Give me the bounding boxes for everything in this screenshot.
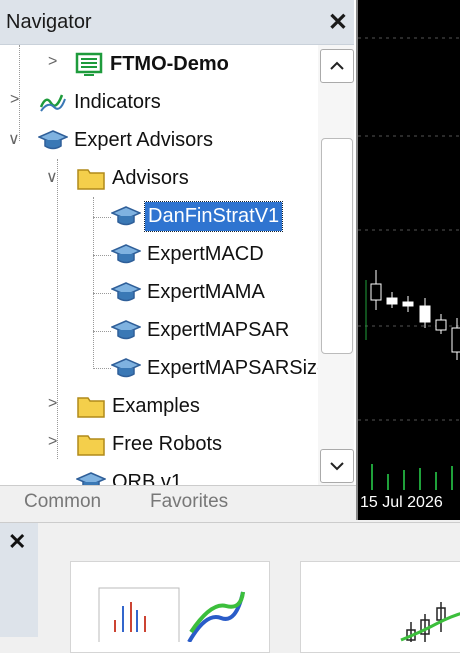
tab-favorites[interactable]: Favorites bbox=[150, 491, 228, 513]
tree-line bbox=[93, 255, 111, 256]
bottom-panel-sidebar: ✕ bbox=[0, 523, 38, 637]
tree-item-danfinstratv1[interactable]: DanFinStratV1 bbox=[111, 197, 284, 235]
tree-item-expertmapsarsizeoptimized[interactable]: ExpertMAPSARSizeOptimized bbox=[111, 349, 318, 387]
chevron-down-icon bbox=[330, 462, 344, 471]
tree-item-advisors[interactable]: Advisors bbox=[76, 159, 191, 197]
indicator-icon bbox=[39, 94, 66, 112]
expand-chevron-icon[interactable]: > bbox=[48, 53, 57, 71]
close-icon[interactable]: ✕ bbox=[8, 529, 26, 555]
tree-item-expertmama[interactable]: ExpertMAMA bbox=[111, 273, 267, 311]
chevron-up-icon bbox=[330, 61, 344, 70]
graduation-cap-icon bbox=[111, 320, 141, 340]
navigator-tabs: Common Favorites bbox=[0, 485, 356, 521]
graduation-cap-icon bbox=[111, 358, 141, 378]
folder-icon bbox=[77, 169, 105, 190]
scroll-up-button[interactable] bbox=[320, 49, 354, 83]
tree-item-label: Indicators bbox=[74, 90, 161, 113]
bottom-panel: ✕ bbox=[0, 522, 460, 653]
tab-common[interactable]: Common bbox=[24, 491, 101, 513]
tree-item-free-robots[interactable]: Free Robots bbox=[76, 425, 224, 463]
expert-preview-card[interactable] bbox=[300, 561, 460, 653]
navigator-title-bar: Navigator ✕ bbox=[0, 0, 354, 45]
indicator-preview-card[interactable] bbox=[70, 561, 270, 653]
expand-chevron-icon[interactable]: > bbox=[48, 395, 57, 413]
chart-thumbnail-icon bbox=[98, 587, 245, 649]
tree-item-label: Free Robots bbox=[112, 432, 223, 455]
tree-item-label: DanFinStratV1 bbox=[143, 200, 284, 232]
tree-item-expertmapsar[interactable]: ExpertMAPSAR bbox=[111, 311, 291, 349]
chart-canvas bbox=[358, 37, 460, 490]
tree-item-label: Expert Advisors bbox=[74, 128, 213, 151]
tree-item-label: ORB v1 bbox=[112, 470, 183, 486]
tree-item-label: Examples bbox=[112, 394, 200, 417]
expand-chevron-icon[interactable]: > bbox=[10, 91, 19, 109]
tree-line bbox=[93, 331, 111, 332]
collapse-chevron-icon[interactable]: ∨ bbox=[8, 129, 20, 149]
tree-item-orb-v1[interactable]: ORB v1 bbox=[76, 463, 184, 485]
tree-item-indicators[interactable]: Indicators bbox=[38, 83, 163, 121]
tree-item-ftmo-demo[interactable]: FTMO-Demo bbox=[74, 45, 231, 83]
tree-item-label: FTMO-Demo bbox=[110, 52, 229, 75]
tree-item-examples[interactable]: Examples bbox=[76, 387, 202, 425]
tree-item-label: ExpertMACD bbox=[147, 242, 264, 265]
tree-line bbox=[93, 197, 94, 367]
scrollbar-thumb[interactable] bbox=[321, 138, 353, 354]
tree-item-expert-advisors[interactable]: Expert Advisors bbox=[38, 121, 215, 159]
close-icon[interactable]: ✕ bbox=[328, 8, 348, 37]
navigator-tree: > > ∨ ∨ > > FTMO-Demo Indicators Expert … bbox=[0, 45, 318, 485]
folder-icon bbox=[77, 397, 105, 418]
expand-chevron-icon[interactable]: > bbox=[48, 433, 57, 451]
graduation-cap-icon bbox=[111, 282, 141, 302]
chart-date-label: 15 Jul 2026 bbox=[360, 494, 443, 511]
tree-line bbox=[57, 159, 58, 459]
server-icon bbox=[75, 52, 103, 76]
tree-line bbox=[93, 293, 111, 294]
tree-line bbox=[93, 217, 111, 218]
vertical-scrollbar[interactable] bbox=[318, 45, 354, 485]
price-chart[interactable]: 15 Jul 2026 bbox=[356, 0, 460, 520]
tree-item-label: Advisors bbox=[112, 166, 189, 189]
tree-item-label: ExpertMAPSAR bbox=[147, 318, 290, 341]
scroll-down-button[interactable] bbox=[320, 449, 354, 483]
graduation-cap-icon bbox=[76, 472, 106, 485]
candlestick-thumbnail-icon bbox=[400, 602, 460, 642]
navigator-title: Navigator bbox=[6, 11, 92, 33]
tree-item-expertmacd[interactable]: ExpertMACD bbox=[111, 235, 266, 273]
tree-line bbox=[93, 368, 111, 369]
folder-icon bbox=[77, 435, 105, 456]
graduation-cap-icon bbox=[111, 206, 141, 226]
navigator-panel: Navigator ✕ > > ∨ ∨ > > FTMO-Demo Indica… bbox=[0, 0, 356, 521]
collapse-chevron-icon[interactable]: ∨ bbox=[46, 167, 58, 187]
graduation-cap-icon bbox=[111, 244, 141, 264]
tree-item-label: ExpertMAPSARSizeOptimized bbox=[147, 356, 318, 379]
tree-item-label: ExpertMAMA bbox=[147, 280, 265, 303]
graduation-cap-icon bbox=[38, 130, 68, 150]
